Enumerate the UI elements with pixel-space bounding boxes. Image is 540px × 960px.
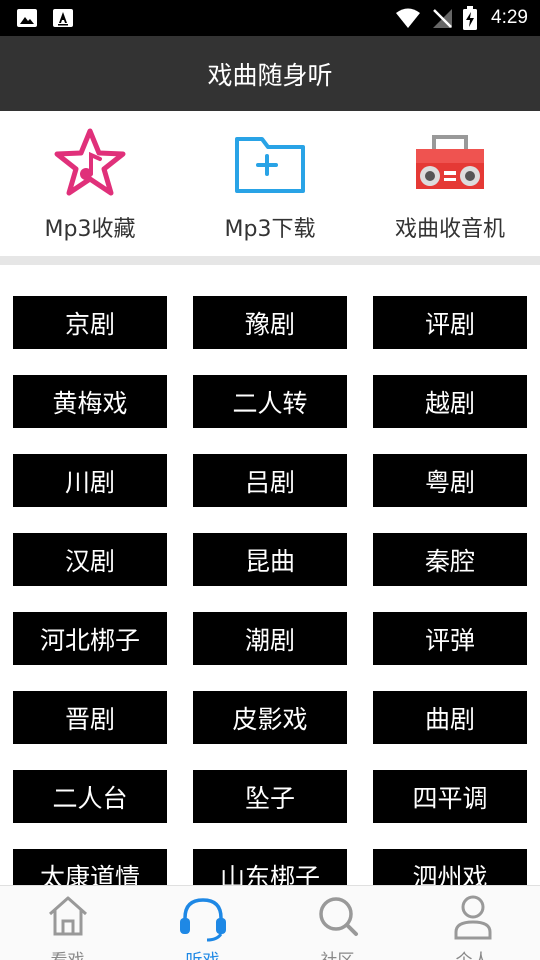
nav-tab-watch-label: 看戏 — [0, 946, 135, 960]
genre-button[interactable]: 曲剧 — [373, 691, 527, 744]
mp3-favorites-button[interactable]: Mp3收藏 — [0, 111, 180, 256]
nav-tab-listen-label: 听戏 — [135, 946, 270, 960]
genre-button[interactable]: 越剧 — [373, 375, 527, 428]
genre-button[interactable]: 川剧 — [13, 454, 167, 507]
nav-tab-watch[interactable]: 看戏 — [0, 886, 135, 960]
headset-icon — [179, 898, 226, 942]
genre-button[interactable]: 汉剧 — [13, 533, 167, 586]
opera-radio-label: 戏曲收音机 — [394, 217, 505, 242]
mp3-download-button[interactable]: Mp3下载 — [180, 111, 360, 256]
quick-actions: Mp3收藏 Mp3下载 戏曲收音机 — [0, 111, 540, 256]
text-notification-icon — [53, 9, 73, 27]
bottom-nav: 看戏 听戏 社区 个人 — [0, 885, 540, 960]
app-screen: 4:29 戏曲随身听 Mp3收藏 Mp3下载 戏曲收音机 京剧 豫剧 评剧 黄梅… — [0, 0, 540, 960]
home-icon — [48, 896, 87, 936]
genre-button[interactable]: 评弹 — [373, 612, 527, 665]
nav-tab-profile[interactable]: 个人 — [405, 886, 540, 960]
genre-button[interactable]: 皮影戏 — [193, 691, 347, 744]
no-signal-icon — [433, 9, 453, 28]
nav-tab-community[interactable]: 社区 — [270, 886, 405, 960]
image-notification-icon — [17, 9, 37, 27]
status-time: 4:29 — [491, 7, 528, 28]
person-icon — [454, 895, 491, 940]
page-title: 戏曲随身听 — [207, 60, 333, 90]
genre-button[interactable]: 潮剧 — [193, 612, 347, 665]
genre-button[interactable]: 二人转 — [193, 375, 347, 428]
genre-button[interactable]: 坠子 — [193, 770, 347, 823]
section-divider — [0, 256, 540, 265]
search-icon — [318, 897, 358, 936]
genre-button[interactable]: 秦腔 — [373, 533, 527, 586]
title-bar: 戏曲随身听 — [0, 36, 540, 111]
genre-button[interactable]: 京剧 — [13, 296, 167, 349]
genre-button[interactable]: 河北梆子 — [13, 612, 167, 665]
opera-radio-button[interactable]: 戏曲收音机 — [360, 111, 540, 256]
star-music-icon — [54, 128, 126, 196]
battery-charging-icon — [463, 6, 478, 30]
nav-tab-profile-label: 个人 — [405, 946, 540, 960]
genre-button[interactable]: 豫剧 — [193, 296, 347, 349]
mp3-favorites-label: Mp3收藏 — [44, 217, 136, 242]
genre-button[interactable]: 评剧 — [373, 296, 527, 349]
folder-add-icon — [235, 137, 305, 193]
nav-tab-community-label: 社区 — [270, 946, 405, 960]
radio-icon — [416, 135, 484, 189]
genre-button[interactable]: 黄梅戏 — [13, 375, 167, 428]
genre-button[interactable]: 二人台 — [13, 770, 167, 823]
wifi-icon — [396, 8, 421, 28]
status-bar: 4:29 — [0, 0, 540, 36]
genre-button[interactable]: 四平调 — [373, 770, 527, 823]
genre-button[interactable]: 昆曲 — [193, 533, 347, 586]
mp3-download-label: Mp3下载 — [224, 217, 316, 242]
nav-tab-listen[interactable]: 听戏 — [135, 886, 270, 960]
genre-button[interactable]: 吕剧 — [193, 454, 347, 507]
genre-button[interactable]: 粤剧 — [373, 454, 527, 507]
genre-button[interactable]: 晋剧 — [13, 691, 167, 744]
